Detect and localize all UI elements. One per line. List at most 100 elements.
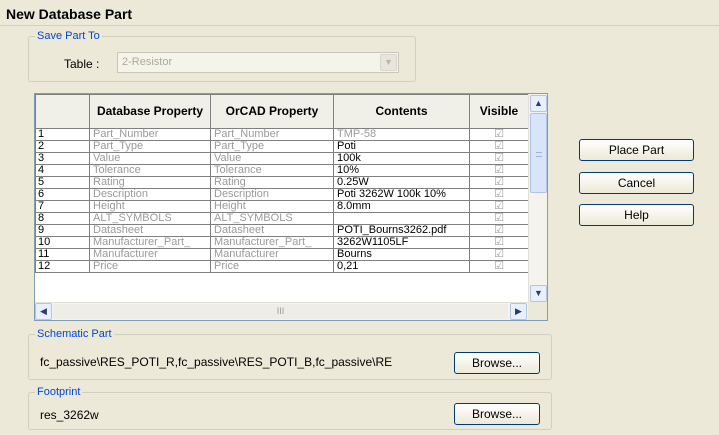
- table-row[interactable]: 12 Price Price 0,21 ☑: [35, 260, 529, 273]
- schematic-browse-button[interactable]: Browse...: [454, 352, 540, 374]
- orcad-property-cell: Description: [210, 188, 334, 201]
- checkbox-checked-icon[interactable]: ☑: [469, 248, 529, 261]
- checkbox-checked-icon[interactable]: ☑: [469, 140, 529, 153]
- orcad-property-cell: Rating: [210, 176, 334, 189]
- row-number: 11: [35, 248, 90, 261]
- row-number: 4: [35, 164, 90, 177]
- table-row[interactable]: 5 Rating Rating 0.25W ☑: [35, 176, 529, 189]
- table-label: Table :: [64, 57, 100, 71]
- contents-cell[interactable]: Poti: [333, 140, 470, 153]
- checkbox-checked-icon[interactable]: ☑: [469, 236, 529, 249]
- cancel-button[interactable]: Cancel: [579, 172, 694, 194]
- row-number: 8: [35, 212, 90, 225]
- header-visible[interactable]: Visible: [469, 94, 529, 129]
- checkbox-checked-icon[interactable]: ☑: [469, 260, 529, 273]
- contents-cell[interactable]: 0.25W: [333, 176, 470, 189]
- contents-cell[interactable]: 8.0mm: [333, 200, 470, 213]
- table-row[interactable]: 2 Part_Type Part_Type Poti ☑: [35, 140, 529, 153]
- database-property-cell: ALT_SYMBOLS: [89, 212, 211, 225]
- table-row[interactable]: 4 Tolerance Tolerance 10% ☑: [35, 164, 529, 177]
- database-property-cell: Tolerance: [89, 164, 211, 177]
- table-row[interactable]: 7 Height Height 8.0mm ☑: [35, 200, 529, 213]
- row-number: 12: [35, 260, 90, 273]
- checkbox-checked-icon[interactable]: ☑: [469, 212, 529, 225]
- window-title: New Database Part: [0, 0, 719, 26]
- orcad-property-cell: Tolerance: [210, 164, 334, 177]
- chevron-down-icon[interactable]: ▼: [380, 54, 397, 71]
- orcad-property-cell: Value: [210, 152, 334, 165]
- contents-cell[interactable]: POTI_Bourns3262.pdf: [333, 224, 470, 237]
- database-property-cell: Part_Number: [89, 128, 211, 141]
- orcad-property-cell: Height: [210, 200, 334, 213]
- table-row[interactable]: 1 Part_Number Part_Number TMP-58 ☑: [35, 128, 529, 141]
- property-grid: Database Property OrCAD Property Content…: [34, 93, 548, 321]
- horizontal-scrollbar[interactable]: ◀ III ▶: [35, 302, 528, 320]
- schematic-part-legend: Schematic Part: [37, 328, 112, 340]
- orcad-property-cell: Part_Number: [210, 128, 334, 141]
- scroll-down-icon[interactable]: ▼: [530, 285, 547, 302]
- footprint-legend: Footprint: [37, 386, 81, 398]
- schematic-part-value: fc_passive\RES_POTI_R,fc_passive\RES_POT…: [40, 355, 393, 369]
- scroll-up-icon[interactable]: ▲: [530, 95, 547, 112]
- table-row[interactable]: 3 Value Value 100k ☑: [35, 152, 529, 165]
- table-select[interactable]: 2-Resistor ▼: [117, 52, 399, 73]
- checkbox-checked-icon[interactable]: ☑: [469, 164, 529, 177]
- table-row[interactable]: 10 Manufacturer_Part_ Manufacturer_Part_ 32…: [35, 236, 529, 249]
- footprint-value: res_3262w: [40, 408, 99, 422]
- property-table: Database Property OrCAD Property Content…: [35, 94, 529, 273]
- checkbox-checked-icon[interactable]: ☑: [469, 176, 529, 189]
- contents-cell[interactable]: 100k: [333, 152, 470, 165]
- orcad-property-cell: Price: [210, 260, 334, 273]
- row-number: 3: [35, 152, 90, 165]
- orcad-property-cell: Manufacturer: [210, 248, 334, 261]
- orcad-property-cell: Datasheet: [210, 224, 334, 237]
- header-contents[interactable]: Contents: [333, 94, 470, 129]
- table-select-value: 2-Resistor: [122, 56, 173, 68]
- save-part-to-legend: Save Part To: [37, 30, 100, 42]
- database-property-cell: Part_Type: [89, 140, 211, 153]
- database-property-cell: Height: [89, 200, 211, 213]
- scrollbar-thumb[interactable]: [530, 113, 547, 193]
- row-number: 2: [35, 140, 90, 153]
- contents-cell[interactable]: TMP-58: [333, 128, 470, 141]
- row-number: 6: [35, 188, 90, 201]
- header-row-number: [35, 94, 90, 129]
- footprint-browse-button[interactable]: Browse...: [454, 403, 540, 425]
- orcad-property-cell: ALT_SYMBOLS: [210, 212, 334, 225]
- row-number: 1: [35, 128, 90, 141]
- header-orcad-property[interactable]: OrCAD Property: [210, 94, 334, 129]
- header-database-property[interactable]: Database Property: [89, 94, 211, 129]
- database-property-cell: Rating: [89, 176, 211, 189]
- table-row[interactable]: 6 Description Description Poti 3262W 100k 1…: [35, 188, 529, 201]
- contents-cell[interactable]: 10%: [333, 164, 470, 177]
- checkbox-checked-icon[interactable]: ☑: [469, 200, 529, 213]
- row-number: 9: [35, 224, 90, 237]
- contents-cell[interactable]: Bourns: [333, 248, 470, 261]
- horizontal-scrollbar-thumb[interactable]: III: [53, 304, 508, 319]
- help-button[interactable]: Help: [579, 204, 694, 226]
- checkbox-checked-icon[interactable]: ☑: [469, 128, 529, 141]
- scrollbar-corner: [528, 302, 547, 320]
- checkbox-checked-icon[interactable]: ☑: [469, 224, 529, 237]
- database-property-cell: Description: [89, 188, 211, 201]
- table-row[interactable]: 11 Manufacturer Manufacturer Bourns ☑: [35, 248, 529, 261]
- database-property-cell: Datasheet: [89, 224, 211, 237]
- row-number: 7: [35, 200, 90, 213]
- scroll-left-icon[interactable]: ◀: [35, 303, 52, 320]
- scroll-right-icon[interactable]: ▶: [510, 303, 527, 320]
- checkbox-checked-icon[interactable]: ☑: [469, 152, 529, 165]
- vertical-scrollbar[interactable]: ▲ ▼: [528, 94, 547, 304]
- table-header-row: Database Property OrCAD Property Content…: [35, 94, 529, 129]
- place-part-button[interactable]: Place Part: [579, 139, 694, 161]
- table-row[interactable]: 9 Datasheet Datasheet POTI_Bourns3262.pdf ☑: [35, 224, 529, 237]
- contents-cell[interactable]: 3262W1105LF: [333, 236, 470, 249]
- grip-icon: [536, 152, 542, 157]
- table-row[interactable]: 8 ALT_SYMBOLS ALT_SYMBOLS ☑: [35, 212, 529, 225]
- database-property-cell: Manufacturer_Part_: [89, 236, 211, 249]
- contents-cell[interactable]: Poti 3262W 100k 10%: [333, 188, 470, 201]
- contents-cell[interactable]: 0,21: [333, 260, 470, 273]
- database-property-cell: Price: [89, 260, 211, 273]
- checkbox-checked-icon[interactable]: ☑: [469, 188, 529, 201]
- contents-cell[interactable]: [333, 212, 470, 225]
- database-property-cell: Value: [89, 152, 211, 165]
